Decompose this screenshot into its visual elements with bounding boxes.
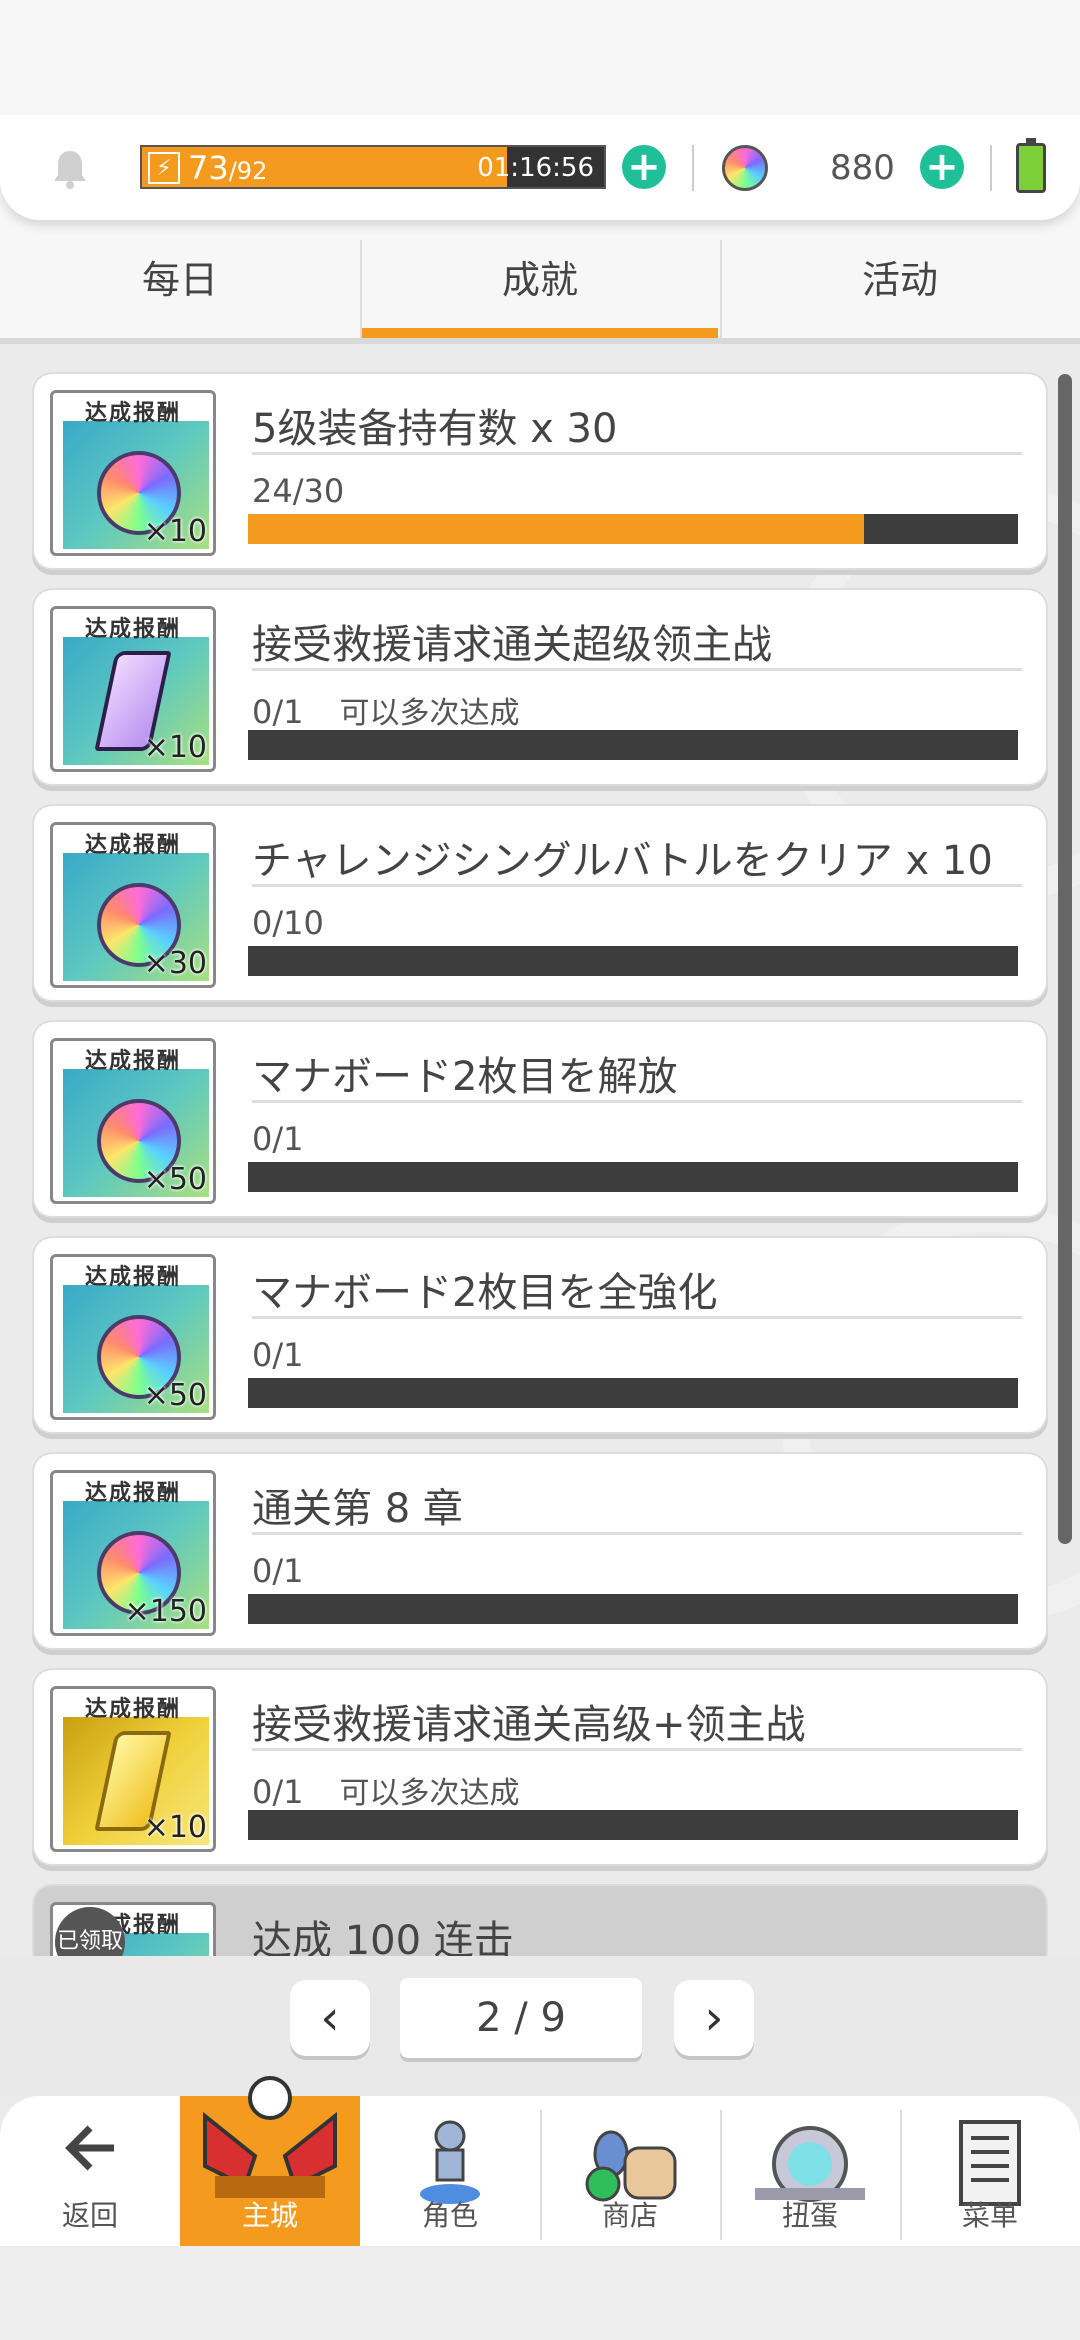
- reward-quantity: ×10: [143, 514, 207, 549]
- reward-label: 达成报酬: [84, 1049, 181, 1074]
- achievement-card[interactable]: 达成报酬 ×10 5级装备持有数 x 30 24/30: [32, 372, 1048, 570]
- reward-label: 达成报酬: [84, 1481, 181, 1506]
- reward-icon: 达成报酬 ×150: [50, 1470, 216, 1636]
- bell-icon[interactable]: [48, 147, 92, 191]
- prev-page-button[interactable]: ‹: [290, 1980, 370, 2056]
- reward-quantity: ×150: [124, 1594, 207, 1629]
- achievement-title: 通关第 8 章: [252, 1486, 463, 1532]
- divider: [692, 145, 694, 191]
- achievement-list[interactable]: 达成报酬 ×10 5级装备持有数 x 30 24/30 达成报酬 ×10 接受救…: [0, 344, 1080, 1956]
- reward-quantity: ×50: [143, 1162, 207, 1197]
- progress-text: 0/1 可以多次达成: [252, 1773, 520, 1811]
- reward-label: 达成报酬: [84, 401, 181, 426]
- progress-bar: [248, 730, 1018, 760]
- reward-icon: 已领取 达成报酬: [50, 1902, 216, 1956]
- achievement-title: 5级装备持有数 x 30: [252, 406, 618, 452]
- lightning-icon: ⚡: [148, 152, 180, 184]
- progress-text: 0/1: [252, 1336, 304, 1374]
- nav-shop[interactable]: 商店: [540, 2096, 720, 2246]
- title-divider: [252, 1100, 1022, 1103]
- nav-castle[interactable]: 主城: [180, 2076, 360, 2246]
- achievement-card[interactable]: 达成报酬 ×10 接受救援请求通关高级+领主战 0/1 可以多次达成: [32, 1668, 1048, 1866]
- title-divider: [252, 668, 1022, 671]
- reward-quantity: ×50: [143, 1378, 207, 1413]
- title-divider: [252, 1748, 1022, 1751]
- progress-text: 0/10: [252, 904, 324, 942]
- nav-divider: [900, 2110, 902, 2240]
- achievement-title: 达成 100 连击: [252, 1918, 514, 1956]
- achievement-title: チャレンジシングルバトルをクリア x 10: [252, 838, 993, 884]
- progress-bar: [248, 1810, 1018, 1840]
- achievement-card[interactable]: 已领取 达成报酬 达成 100 连击: [32, 1884, 1048, 1956]
- tab-daily[interactable]: 每日: [0, 240, 360, 340]
- title-divider: [252, 452, 1022, 455]
- scrollbar[interactable]: [1058, 374, 1072, 1544]
- nav-divider: [720, 2110, 722, 2240]
- reward-label: 达成报酬: [84, 1697, 181, 1722]
- progress-bar: [248, 1162, 1018, 1192]
- reward-quantity: ×30: [143, 946, 207, 981]
- reward-quantity: ×10: [143, 730, 207, 765]
- castle-icon: [195, 2076, 345, 2210]
- achievement-card[interactable]: 达成报酬 ×30 チャレンジシングルバトルをクリア x 10 0/10: [32, 804, 1048, 1002]
- stamina-timer: 01:16:56: [477, 153, 594, 183]
- gem-count: 880: [830, 148, 895, 188]
- progress-bar: [248, 1378, 1018, 1408]
- nav-back[interactable]: 返回: [0, 2096, 180, 2246]
- nav-gacha[interactable]: 扭蛋: [720, 2096, 900, 2246]
- achievement-card[interactable]: 达成报酬 ×50 マナボード2枚目を解放 0/1: [32, 1020, 1048, 1218]
- achievement-title: マナボード2枚目を解放: [252, 1054, 678, 1100]
- reward-icon: 达成报酬 ×10: [50, 390, 216, 556]
- divider: [990, 145, 992, 191]
- title-divider: [252, 1316, 1022, 1319]
- tab-divider: [360, 240, 362, 340]
- tab-events[interactable]: 活动: [720, 240, 1080, 340]
- system-nav-area: [0, 2246, 1080, 2340]
- tab-bar: 每日 成就 活动: [0, 240, 1080, 340]
- progress-bar: [248, 514, 1018, 544]
- nav-menu[interactable]: 菜单: [900, 2096, 1080, 2246]
- tab-achievements[interactable]: 成就: [360, 240, 720, 340]
- progress-text: 0/1: [252, 1120, 304, 1158]
- achievement-title: 接受救援请求通关超级领主战: [252, 622, 772, 668]
- next-page-button[interactable]: ›: [674, 1980, 754, 2056]
- achievement-title: マナボード2枚目を全強化: [252, 1270, 718, 1316]
- reward-icon: 达成报酬 ×30: [50, 822, 216, 988]
- reward-icon: 达成报酬 ×50: [50, 1254, 216, 1420]
- back-arrow-icon: [60, 2118, 120, 2182]
- stamina-value: 73/92: [188, 149, 268, 187]
- reward-label: 达成报酬: [84, 617, 181, 642]
- progress-text: 0/1 可以多次达成: [252, 693, 520, 731]
- reward-icon: 达成报酬 ×10: [50, 606, 216, 772]
- stamina-bar: ⚡ 73/92 01:16:56: [140, 145, 606, 189]
- achievement-card[interactable]: 达成报酬 ×10 接受救援请求通关超级领主战 0/1 可以多次达成: [32, 588, 1048, 786]
- achievement-card[interactable]: 达成报酬 ×50 マナボード2枚目を全強化 0/1: [32, 1236, 1048, 1434]
- status-bar: ⚡ 73/92 01:16:56 + 880 +: [0, 115, 1080, 220]
- battery-icon: [1016, 138, 1046, 193]
- progress-bar: [248, 1594, 1018, 1624]
- reward-label: 达成报酬: [84, 833, 181, 858]
- add-stamina-button[interactable]: +: [622, 145, 666, 189]
- gem-orb-icon: [722, 145, 768, 191]
- add-gems-button[interactable]: +: [920, 145, 964, 189]
- title-divider: [252, 884, 1022, 887]
- reward-icon: 达成报酬 ×50: [50, 1038, 216, 1204]
- nav-divider: [540, 2110, 542, 2240]
- progress-bar: [248, 946, 1018, 976]
- tab-divider: [720, 240, 722, 340]
- progress-text: 0/1: [252, 1552, 304, 1590]
- reward-quantity: ×10: [143, 1810, 207, 1845]
- reward-icon: 达成报酬 ×10: [50, 1686, 216, 1852]
- reward-label: 达成报酬: [84, 1265, 181, 1290]
- page-indicator: 2 / 9: [400, 1978, 642, 2058]
- achievement-card[interactable]: 达成报酬 ×150 通关第 8 章 0/1: [32, 1452, 1048, 1650]
- progress-fill: [248, 514, 864, 544]
- progress-text: 24/30: [252, 472, 345, 510]
- title-divider: [252, 1532, 1022, 1535]
- nav-character[interactable]: 角色: [360, 2096, 540, 2246]
- achievement-title: 接受救援请求通关高级+领主战: [252, 1702, 806, 1748]
